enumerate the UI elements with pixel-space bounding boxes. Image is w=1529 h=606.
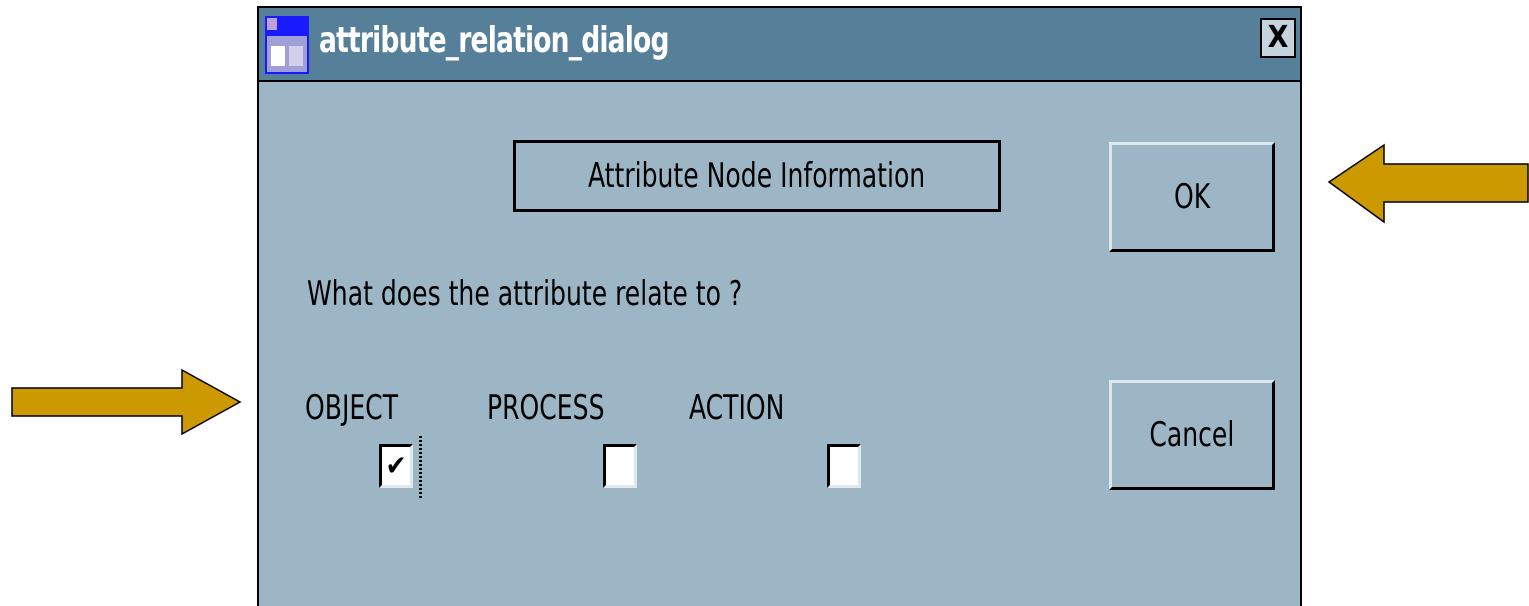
cancel-button-label: Cancel [1149,415,1235,455]
focus-indicator [419,436,422,498]
app-window-icon [265,16,309,74]
close-icon: X [1267,20,1289,55]
title-bar[interactable]: attribute_relation_dialog X [259,8,1300,82]
ok-button-label: OK [1173,177,1211,217]
arrow-left-icon [1327,143,1529,224]
option-label-process: PROCESS [487,388,605,428]
checkbox-process[interactable] [603,444,637,488]
ok-button[interactable]: OK [1109,142,1275,252]
checkmark-icon: ✔ [385,449,407,482]
close-button[interactable]: X [1260,18,1296,58]
dialog-window: attribute_relation_dialog X Attribute No… [257,6,1302,606]
section-heading: Attribute Node Information [588,156,926,196]
checkbox-action[interactable] [827,444,861,488]
section-heading-box: Attribute Node Information [513,140,1001,212]
option-label-action: ACTION [689,388,785,428]
checkbox-object[interactable]: ✔ [379,444,413,488]
question-label: What does the attribute relate to ? [307,274,743,314]
option-label-object: OBJECT [305,388,399,428]
arrow-right-icon [11,368,242,436]
cancel-button[interactable]: Cancel [1109,380,1275,490]
window-title: attribute_relation_dialog [319,20,669,61]
